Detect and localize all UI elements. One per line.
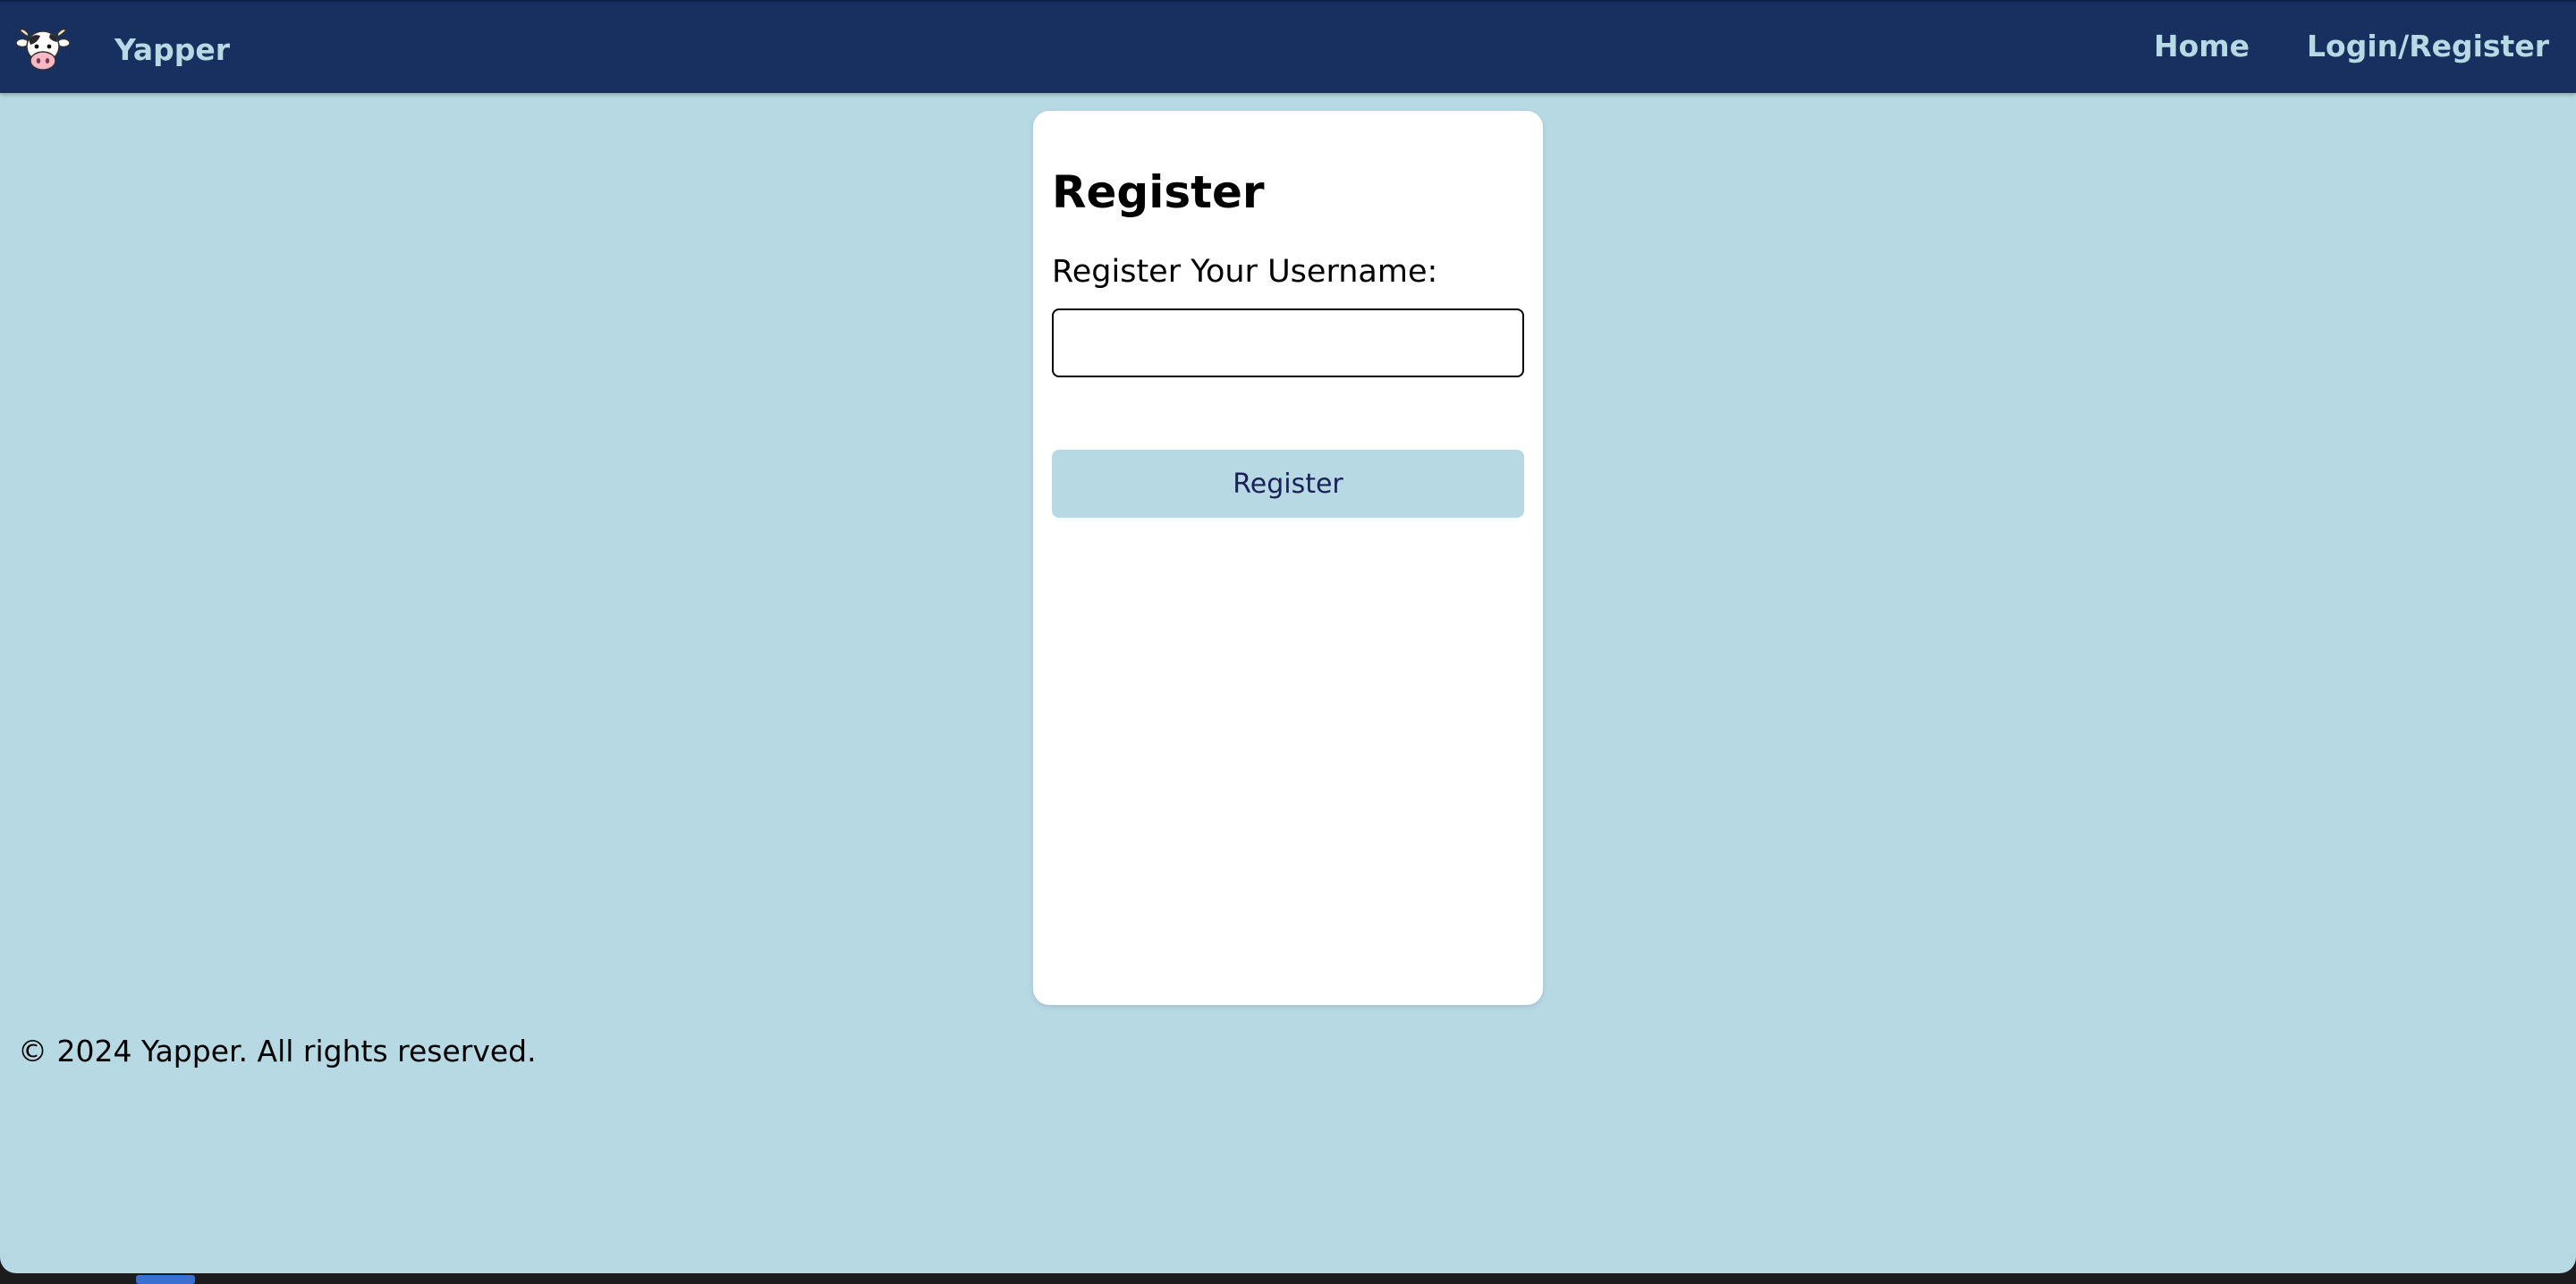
cow-icon [16, 28, 70, 71]
username-label: Register Your Username: [1052, 254, 1438, 290]
username-input[interactable] [1052, 308, 1524, 377]
nav-link-login-register[interactable]: Login/Register [2307, 29, 2549, 63]
taskbar-item [136, 1275, 195, 1284]
browser-page: Yapper Home Login/Register Register Regi… [0, 0, 2576, 1273]
nav-link-home[interactable]: Home [2154, 29, 2250, 63]
brand-link[interactable]: Yapper [16, 25, 230, 73]
register-title: Register [1052, 166, 1265, 218]
nav-links: Home Login/Register [2154, 29, 2549, 63]
footer-copyright: © 2024 Yapper. All rights reserved. [18, 1034, 537, 1069]
navbar: Yapper Home Login/Register [0, 0, 2576, 93]
brand-name: Yapper [114, 31, 231, 67]
register-button[interactable]: Register [1052, 450, 1524, 518]
register-card: Register Register Your Username: Registe… [1033, 111, 1543, 1005]
